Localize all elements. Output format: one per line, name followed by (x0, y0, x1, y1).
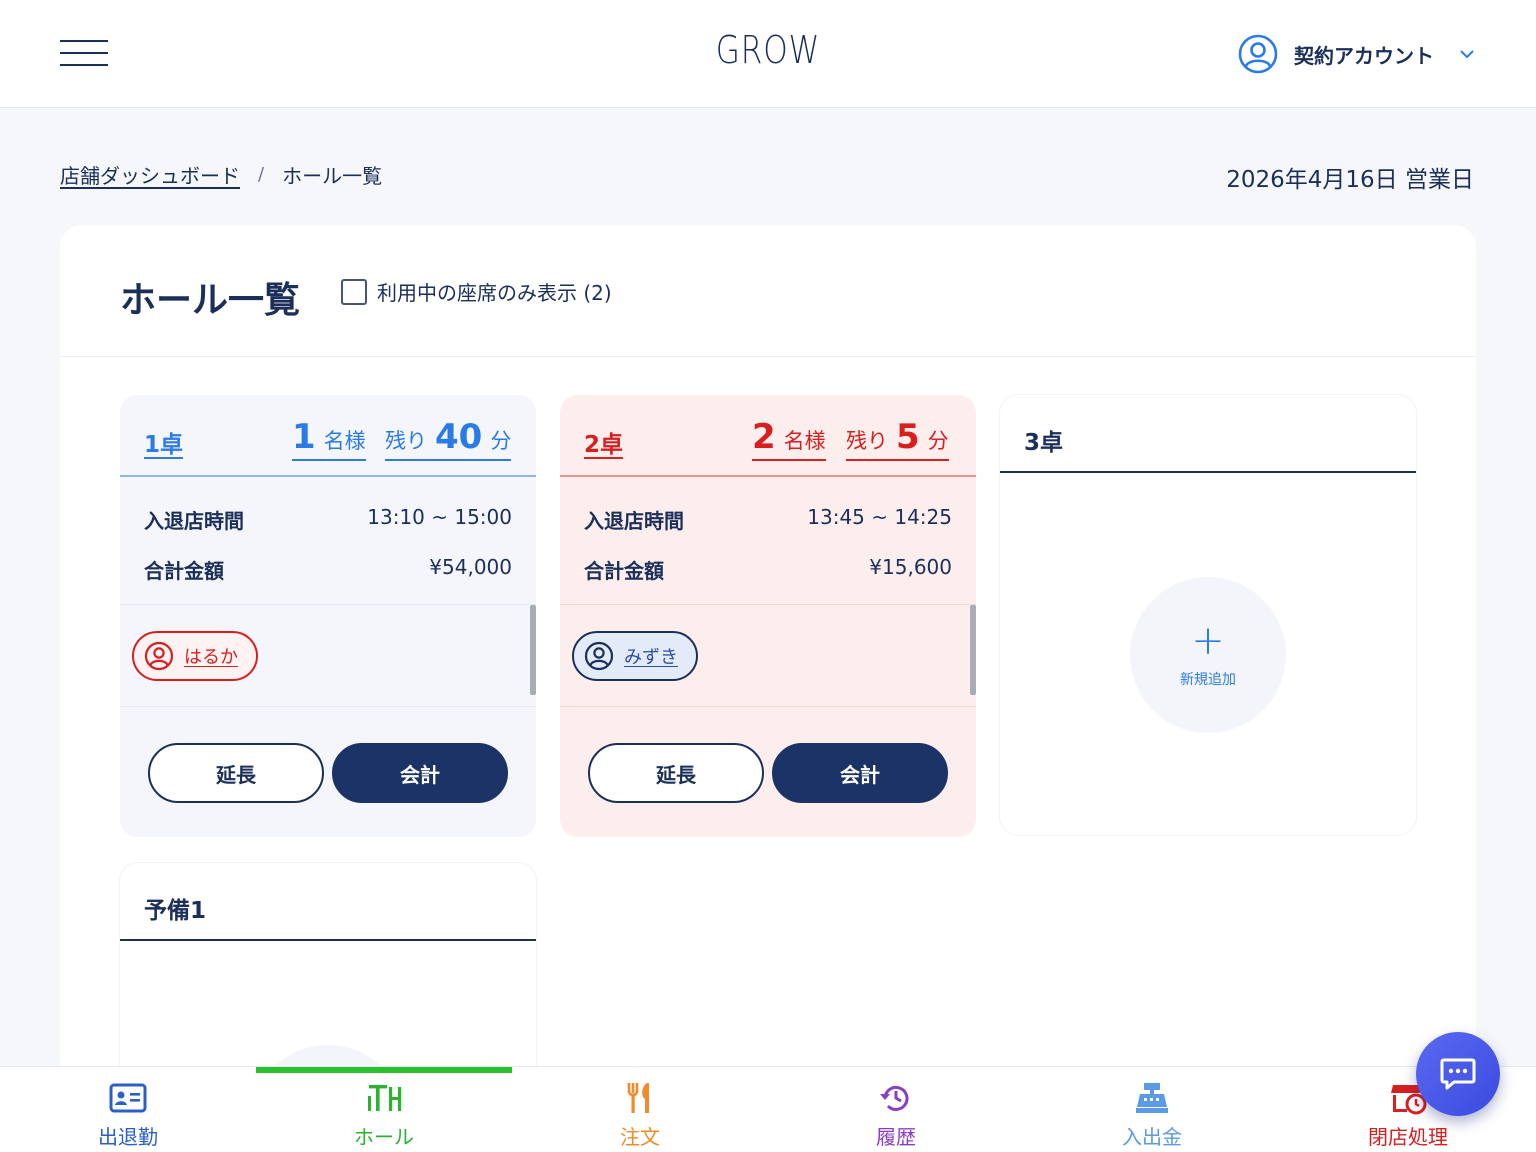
table-actions: 延長 会計 (588, 743, 948, 803)
breadcrumb: 店舗ダッシュボード / ホール一覧 (60, 160, 382, 189)
app-header: GROW 契約アカウント (0, 0, 1536, 108)
account-menu[interactable]: 契約アカウント (1238, 32, 1476, 76)
fork-knife-icon (627, 1083, 649, 1113)
chevron-down-icon (1460, 50, 1474, 59)
table-name: 予備1 (144, 898, 207, 924)
bottom-nav: 出退勤 ホール 注文 履歴 入出金 閉店処理 (0, 1066, 1536, 1152)
new-add-button[interactable]: + 新規追加 (1130, 577, 1286, 733)
app-logo: GROW (715, 28, 821, 72)
nav-label: 注文 (620, 1125, 660, 1149)
nav-order[interactable]: 注文 (512, 1067, 768, 1152)
nav-label: 出退勤 (98, 1125, 158, 1149)
scrollbar[interactable] (970, 605, 976, 695)
plus-icon: + (1191, 618, 1225, 664)
nav-label: ホール (354, 1125, 414, 1149)
cast-chip[interactable]: はるか (132, 631, 258, 681)
table-name-link[interactable]: 2卓 (584, 425, 623, 459)
cast-name: はるか (184, 647, 238, 668)
table-name-link[interactable]: 1卓 (144, 425, 183, 459)
menu-icon[interactable] (60, 38, 108, 68)
cast-list: はるか (120, 605, 536, 707)
extend-button[interactable]: 延長 (148, 743, 324, 803)
table-actions: 延長 会計 (148, 743, 508, 803)
scrollbar[interactable] (530, 605, 536, 695)
table-chairs-icon (368, 1085, 402, 1111)
guest-count[interactable]: 2 名様 (752, 417, 826, 461)
total-value: ¥15,600 (869, 555, 952, 579)
table-card-1: 1卓 1 名様 残り 40 分 入退店時間 13:10 ~ 15:00 合計金額 ¥… (120, 395, 536, 837)
checkout-button[interactable]: 会計 (772, 743, 948, 803)
remaining-time[interactable]: 残り 5 分 (846, 417, 949, 461)
chat-bubble-icon (1440, 1058, 1476, 1090)
page-title: ホール一覧 (120, 280, 301, 321)
total-label: 合計金額 (584, 559, 664, 583)
business-date: 2026年4月16日 営業日 (1226, 167, 1474, 193)
cash-register-icon (1136, 1083, 1168, 1113)
checkout-button[interactable]: 会計 (332, 743, 508, 803)
nav-label: 入出金 (1122, 1125, 1182, 1149)
new-add-label: 新規追加 (1180, 672, 1236, 688)
table-card-header: 2卓 2 名様 残り 5 分 (560, 395, 976, 477)
hall-panel: ホール一覧 利用中の座席のみ表示 (2) 1卓 1 名様 残り 40 分 入退店… (60, 225, 1476, 1125)
breadcrumb-dashboard-link[interactable]: 店舗ダッシュボード (60, 160, 240, 189)
table-info: 入退店時間 13:45 ~ 14:25 合計金額 ¥15,600 (560, 477, 976, 605)
user-avatar-icon (584, 641, 614, 671)
remaining-time[interactable]: 残り 40 分 (385, 417, 512, 461)
table-name: 3卓 (1024, 430, 1064, 456)
table-card-header: 予備1 (120, 863, 536, 941)
nav-cash[interactable]: 入出金 (1024, 1067, 1280, 1152)
user-avatar-icon (1238, 34, 1278, 74)
filter-label: 利用中の座席のみ表示 (2) (377, 281, 612, 305)
checkbox-box[interactable] (341, 278, 367, 305)
table-card-header: 1卓 1 名様 残り 40 分 (120, 395, 536, 477)
extend-button[interactable]: 延長 (588, 743, 764, 803)
guest-count[interactable]: 1 名様 (292, 417, 366, 461)
user-avatar-icon (144, 641, 174, 671)
time-value: 13:10 ~ 15:00 (367, 505, 512, 529)
time-label: 入退店時間 (584, 509, 684, 533)
total-label: 合計金額 (144, 559, 224, 583)
nav-label: 履歴 (876, 1125, 916, 1149)
table-info: 入退店時間 13:10 ~ 15:00 合計金額 ¥54,000 (120, 477, 536, 605)
account-name: 契約アカウント (1294, 43, 1434, 68)
breadcrumb-current: ホール一覧 (282, 164, 383, 188)
chat-button[interactable] (1416, 1032, 1500, 1116)
time-label: 入退店時間 (144, 509, 244, 533)
cast-chip[interactable]: みずき (572, 631, 698, 681)
cast-name: みずき (624, 647, 678, 668)
id-card-icon (109, 1083, 147, 1113)
table-card-2: 2卓 2 名様 残り 5 分 入退店時間 13:45 ~ 14:25 合計金額 ¥1… (560, 395, 976, 837)
nav-attendance[interactable]: 出退勤 (0, 1067, 256, 1152)
in-use-filter-checkbox[interactable]: 利用中の座席のみ表示 (2) (341, 277, 612, 306)
nav-label: 閉店処理 (1368, 1125, 1448, 1149)
history-icon (880, 1085, 909, 1111)
time-value: 13:45 ~ 14:25 (807, 505, 952, 529)
panel-header: ホール一覧 利用中の座席のみ表示 (2) (60, 225, 1476, 357)
cast-list: みずき (560, 605, 976, 707)
nav-hall[interactable]: ホール (256, 1067, 512, 1152)
table-card-header: 3卓 (1000, 395, 1416, 473)
nav-history[interactable]: 履歴 (768, 1067, 1024, 1152)
total-value: ¥54,000 (429, 555, 512, 579)
breadcrumb-separator: / (258, 164, 265, 185)
table-card-3: 3卓 + 新規追加 (1000, 395, 1416, 835)
